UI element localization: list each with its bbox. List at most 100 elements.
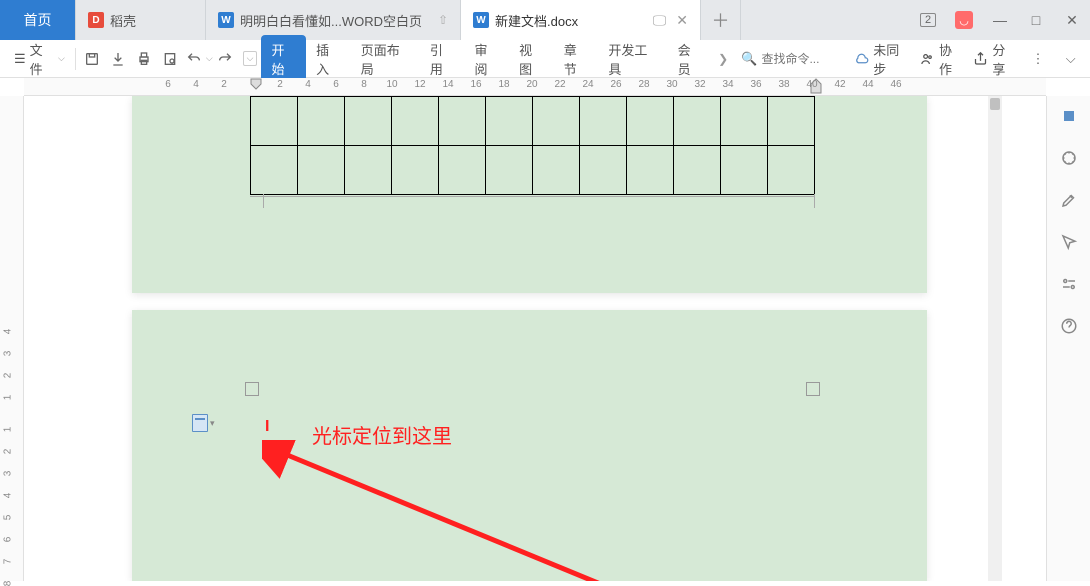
tab-add[interactable]: ＋ <box>701 0 741 40</box>
ruler-h-tick: 38 <box>778 79 789 90</box>
scrollbar-vertical[interactable] <box>988 96 1002 581</box>
minimize-button[interactable]: — <box>982 0 1018 40</box>
word-icon: W <box>473 12 489 28</box>
ruler-h-tick: 20 <box>526 79 537 90</box>
ruler-v-tick: 6 <box>2 537 13 543</box>
ribbon-layout[interactable]: 页面布局 <box>351 35 420 83</box>
command-search[interactable]: 🔍 <box>734 47 844 71</box>
ruler-h-tick: 14 <box>442 79 453 90</box>
ribbon-ref[interactable]: 引用 <box>420 35 465 83</box>
ruler-v-tick: 2 <box>2 449 13 455</box>
ruler-h-tick: 2 <box>277 79 283 90</box>
ruler-horizontal[interactable]: 6422468101214161820222426283032343638404… <box>24 78 1046 96</box>
file-label: 文件 <box>30 40 54 78</box>
word-icon: W <box>218 12 234 28</box>
ruler-v-tick: 2 <box>2 373 13 379</box>
toolbar-kebab[interactable]: ⋮ <box>1027 47 1050 71</box>
ruler-h-tick: 6 <box>165 79 171 90</box>
titlebar: 首页 D 稻壳 W 明明白白看懂如...WORD空白页 ⇧ W 新建文档.doc… <box>0 0 1090 40</box>
ribbon-more[interactable]: ❯ <box>712 52 734 66</box>
tab-docker[interactable]: D 稻壳 <box>76 0 206 40</box>
collab-label: 协作 <box>939 40 963 78</box>
quick-access <box>80 47 182 71</box>
ribbon-dev[interactable]: 开发工具 <box>598 35 667 83</box>
ribbon-tabs: 开始 插入 页面布局 引用 审阅 视图 章节 开发工具 会员 ❯ <box>261 35 734 83</box>
ruler-h-tick: 30 <box>666 79 677 90</box>
ribbon-start[interactable]: 开始 <box>261 35 306 83</box>
search-input[interactable] <box>761 52 841 66</box>
indent-marker-left[interactable] <box>250 78 262 94</box>
ruler-h-tick: 40 <box>806 79 817 90</box>
ruler-h-tick: 4 <box>193 79 199 90</box>
ribbon-insert[interactable]: 插入 <box>306 35 351 83</box>
margin-corner-tl <box>245 382 259 396</box>
ruler-h-tick: 2 <box>221 79 227 90</box>
pin-icon[interactable]: ⇧ <box>438 13 448 27</box>
paste-options[interactable]: ▾ <box>192 414 215 432</box>
sidebar-settings[interactable] <box>1057 272 1081 296</box>
ruler-h-tick: 44 <box>862 79 873 90</box>
ruler-h-tick: 34 <box>722 79 733 90</box>
sidebar-select[interactable] <box>1057 230 1081 254</box>
hamburger-icon: ☰ <box>14 51 26 67</box>
file-menu[interactable]: ☰ 文件 ⌵ <box>8 40 71 78</box>
ruler-v-tick: 7 <box>2 559 13 565</box>
ribbon-member[interactable]: 会员 <box>668 35 713 83</box>
ruler-h-tick: 18 <box>498 79 509 90</box>
document-canvas[interactable]: ▾ I 光标定位到这里 <box>24 96 1046 581</box>
maximize-button[interactable]: □ <box>1018 0 1054 40</box>
plus-icon: ＋ <box>712 7 730 33</box>
ruler-v-tick: 1 <box>2 427 13 433</box>
ribbon-chapter[interactable]: 章节 <box>554 35 599 83</box>
toolbar-right: 🔍 未同步 协作 分享 ⋮ ⌵ <box>734 40 1082 78</box>
ruler-h-tick: 36 <box>750 79 761 90</box>
undo-button[interactable] <box>182 47 206 71</box>
ribbon-view[interactable]: 视图 <box>509 35 554 83</box>
ruler-v-tick: 4 <box>2 329 13 335</box>
undo-dropdown[interactable]: ⌵ <box>206 53 213 64</box>
more-dropdown[interactable]: ⌵ <box>243 51 258 66</box>
main-area: 432112345678 ▾ I 光标定位到这里 <box>0 96 1090 581</box>
sidebar-nav-toggle[interactable] <box>1057 104 1081 128</box>
ruler-h-tick: 24 <box>582 79 593 90</box>
export-button[interactable] <box>106 47 130 71</box>
redo-button[interactable] <box>213 47 237 71</box>
tab-count-badge[interactable]: 2 <box>910 0 946 40</box>
save-button[interactable] <box>80 47 104 71</box>
sidebar-toolbox[interactable] <box>1057 146 1081 170</box>
chevron-down-icon: ⌵ <box>58 53 65 64</box>
ruler-h-tick: 16 <box>470 79 481 90</box>
ruler-v-tick: 4 <box>2 493 13 499</box>
tab-home[interactable]: 首页 <box>0 0 76 40</box>
ruler-h-tick: 42 <box>834 79 845 90</box>
unsync-label: 未同步 <box>873 40 910 78</box>
ruler-vertical[interactable]: 432112345678 <box>0 96 24 581</box>
ruler-v-tick: 8 <box>2 581 13 586</box>
scrollbar-thumb[interactable] <box>990 98 1000 110</box>
close-button[interactable]: ✕ <box>1054 0 1090 40</box>
tab-info-doc[interactable]: W 明明白白看懂如...WORD空白页 ⇧ <box>206 0 461 40</box>
sidebar-help[interactable] <box>1057 314 1081 338</box>
share-button[interactable]: 分享 <box>973 40 1016 78</box>
unsync-button[interactable]: 未同步 <box>854 40 910 78</box>
toolbar-collapse[interactable]: ⌵ <box>1059 47 1082 71</box>
ruler-v-tick: 3 <box>2 471 13 477</box>
ruler-h-tick: 10 <box>386 79 397 90</box>
ruler-v-tick: 1 <box>2 395 13 401</box>
print-button[interactable] <box>132 47 156 71</box>
sidebar-right <box>1046 96 1090 581</box>
sidebar-edit[interactable] <box>1057 188 1081 212</box>
print-preview-button[interactable] <box>158 47 182 71</box>
avatar[interactable]: ◡ <box>946 0 982 40</box>
share-label: 分享 <box>992 40 1016 78</box>
text-cursor: I <box>265 418 269 436</box>
collab-button[interactable]: 协作 <box>920 40 963 78</box>
tab-home-label: 首页 <box>24 10 52 30</box>
ruler-h-tick: 32 <box>694 79 705 90</box>
monitor-icon[interactable]: 🖵 <box>653 12 667 29</box>
ribbon-review[interactable]: 审阅 <box>465 35 510 83</box>
tab-active-label: 新建文档.docx <box>495 11 647 30</box>
close-icon[interactable]: ✕ <box>676 12 688 29</box>
tab-active-doc[interactable]: W 新建文档.docx 🖵 ✕ <box>461 0 701 40</box>
document-table[interactable] <box>250 96 815 195</box>
